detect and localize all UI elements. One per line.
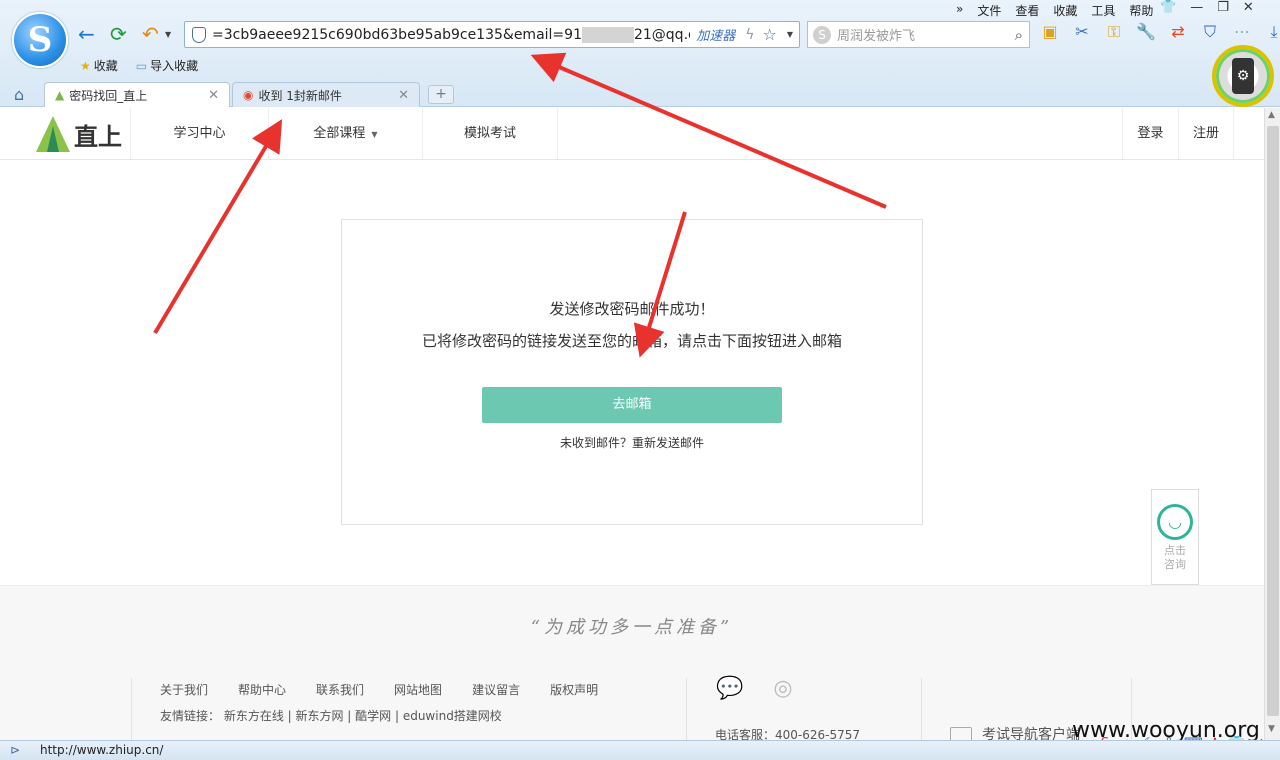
footer-links: 关于我们 帮助中心 联系我们 网站地图 建议留言 版权声明 (160, 681, 598, 698)
weibo-icon[interactable]: ◎ (773, 676, 792, 701)
footer-link-about[interactable]: 关于我们 (160, 681, 208, 698)
footer-link-copyright[interactable]: 版权声明 (550, 681, 598, 698)
refresh-icon[interactable]: ⟳ (110, 22, 127, 46)
search-box[interactable]: S 周润发被炸飞 ⌕ (807, 21, 1030, 48)
address-bar[interactable]: =3cb9aeee9215c690bd63be95ab9ce135&email=… (184, 21, 800, 48)
menu-favorites[interactable]: 收藏 (1053, 2, 1077, 19)
chevron-down-icon: ▼ (371, 130, 378, 139)
footer-link-contact[interactable]: 联系我们 (316, 681, 364, 698)
close-tab-icon[interactable]: ✕ (398, 88, 409, 103)
consult-button[interactable]: ◡ 点击 咨询 (1152, 490, 1198, 585)
resend-email-link[interactable]: 未收到邮件？重新发送邮件 (342, 434, 922, 451)
lightning-icon[interactable]: ϟ (745, 27, 754, 43)
accelerator-label[interactable]: 加速器 (696, 25, 735, 44)
nav-mock-exam[interactable]: 模拟考试 (422, 108, 558, 159)
menu-file[interactable]: 文件 (977, 2, 1001, 19)
search-input[interactable]: 周润发被炸飞 (837, 25, 1015, 44)
site-header: 直上 学习中心 全部课程 ▼ 模拟考试 登录 注册 (0, 108, 1264, 160)
skin-icon[interactable]: 👕 (1160, 0, 1176, 15)
key-icon[interactable]: ⚿ (1102, 22, 1126, 42)
footer-slogan: “为成功多一点准备” (530, 617, 734, 638)
nav-learning-center[interactable]: 学习中心 (130, 108, 268, 159)
tab-strip: ⌂ ▲ 密码找回_直上 ✕ ◉ 收到 1封新邮件 ✕ + (0, 82, 1280, 107)
new-tab-button[interactable]: + (428, 85, 454, 104)
success-detail: 已将修改密码的链接发送至您的邮箱，请点击下面按钮进入邮箱 (421, 332, 842, 350)
site-logo[interactable]: 直上 (36, 116, 122, 152)
login-link[interactable]: 登录 (1122, 108, 1178, 159)
mail-favicon-icon: ◉ (243, 88, 254, 102)
folder-icon: ▭ (135, 59, 148, 73)
search-engine-icon[interactable]: S (813, 25, 831, 44)
minimize-icon[interactable]: — (1190, 0, 1203, 15)
window-controls: 👕 — ❐ ✕ (1160, 0, 1254, 15)
restore-icon[interactable]: ❐ (1217, 0, 1229, 15)
wrench-icon[interactable]: 🔧 (1134, 22, 1158, 42)
undo-icon[interactable]: ↶ (142, 22, 159, 46)
shield-icon (192, 26, 206, 43)
browser-chrome: S ← ⟳ ↶ ▼ =3cb9aeee9215c690bd63be95ab9ce… (0, 0, 1280, 107)
menu-view[interactable]: 查看 (1015, 2, 1039, 19)
address-url[interactable]: =3cb9aeee9215c690bd63be95ab9ce135&email=… (212, 26, 690, 43)
page-scrollbar[interactable]: ▲ ▼ (1264, 108, 1280, 740)
search-icon[interactable]: ⌕ (1015, 26, 1023, 44)
bookmark-import[interactable]: ▭ 导入收藏 (136, 57, 198, 74)
menu-more[interactable]: » (956, 2, 963, 19)
bookmarks-bar: ★ 收藏 ▭ 导入收藏 (80, 57, 198, 74)
menu-tools[interactable]: 工具 (1091, 2, 1115, 19)
close-tab-icon[interactable]: ✕ (208, 88, 219, 103)
social-icons: 💬 ◎ (716, 676, 793, 701)
browser-logo[interactable]: S (12, 12, 68, 68)
page-info-icon[interactable]: ⊳ (10, 743, 20, 757)
close-icon[interactable]: ✕ (1243, 0, 1254, 15)
status-bar: ⊳ http://www.zhiup.cn/ (0, 740, 1280, 760)
sidebar-icon[interactable]: ▣ (1038, 22, 1062, 42)
redacted-block (581, 26, 634, 43)
more-icon[interactable]: ⋯ (1230, 22, 1254, 42)
site-favicon-icon: ▲ (55, 88, 65, 102)
register-link[interactable]: 注册 (1178, 108, 1234, 159)
scroll-up-icon[interactable]: ▲ (1268, 110, 1275, 120)
star-icon[interactable]: ☆ (763, 25, 777, 44)
divider (131, 678, 132, 741)
chevron-down-icon[interactable]: ▼ (787, 30, 793, 39)
go-to-mailbox-button[interactable]: 去邮箱 (482, 387, 782, 423)
success-message: 发送修改密码邮件成功！ (549, 300, 715, 318)
scrollbar-thumb[interactable] (1267, 126, 1279, 716)
shield-plugin-icon[interactable]: ⛉ (1198, 22, 1222, 42)
wechat-icon[interactable]: 💬 (716, 676, 743, 701)
divider (921, 678, 922, 741)
footer-link-feedback[interactable]: 建议留言 (472, 681, 520, 698)
toolbar-icons: ▣ ✂ ⚿ 🔧 ⇄ ⛉ ⋯ ⤓ (1038, 22, 1280, 42)
footer-link-sitemap[interactable]: 网站地图 (394, 681, 442, 698)
menu-help[interactable]: 帮助 (1129, 2, 1153, 19)
scissors-icon[interactable]: ✂ (1070, 22, 1094, 42)
site-footer: “为成功多一点准备” 关于我们 帮助中心 联系我们 网站地图 建议留言 版权声明… (0, 585, 1264, 743)
logo-triangle-icon (36, 116, 70, 152)
tab-new-mail[interactable]: ◉ 收到 1封新邮件 ✕ (232, 82, 420, 107)
status-url: http://www.zhiup.cn/ (40, 743, 164, 757)
tab-password-reset[interactable]: ▲ 密码找回_直上 ✕ (44, 82, 230, 107)
translate-icon[interactable]: ⇄ (1166, 22, 1190, 42)
headset-icon: ◡ (1157, 504, 1193, 540)
scroll-down-icon[interactable]: ▼ (1268, 724, 1275, 734)
footer-link-help[interactable]: 帮助中心 (238, 681, 286, 698)
bookmark-favorites[interactable]: ★ 收藏 (80, 57, 118, 74)
menu-bar: » 文件 查看 收藏 工具 帮助 (956, 2, 1153, 19)
undo-dropdown-icon[interactable]: ▼ (165, 30, 171, 39)
nav-all-courses[interactable]: 全部课程 ▼ (268, 108, 422, 159)
star-icon: ★ (80, 59, 91, 73)
success-panel: 发送修改密码邮件成功！ 已将修改密码的链接发送至您的邮箱，请点击下面按钮进入邮箱… (341, 219, 923, 525)
divider (686, 678, 687, 741)
home-icon[interactable]: ⌂ (14, 85, 24, 104)
download-icon[interactable]: ⤓ (1262, 22, 1280, 42)
friend-links[interactable]: 友情链接： 新东方在线 | 新东方网 | 酷学网 | eduwind搭建网校 (160, 707, 502, 724)
back-arrow-icon[interactable]: ← (78, 22, 95, 46)
